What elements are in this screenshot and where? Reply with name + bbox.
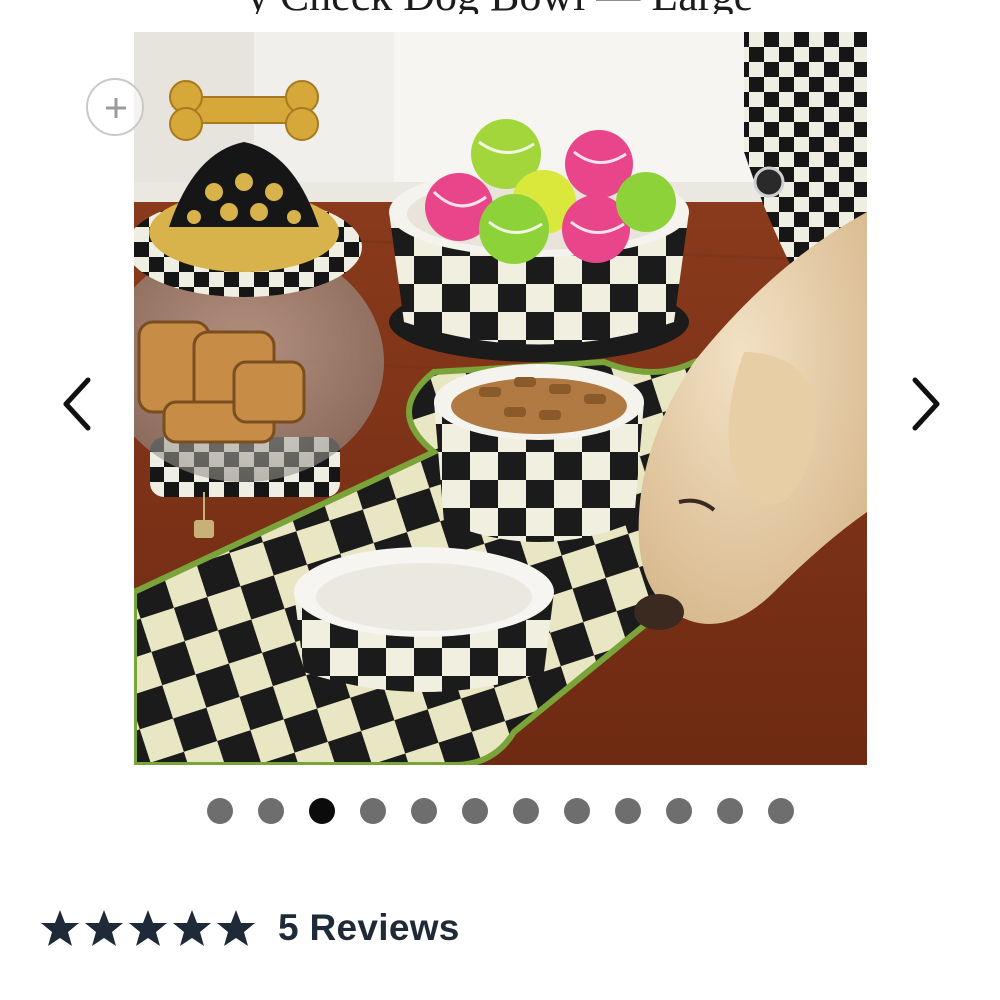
pagination-dot[interactable] bbox=[665, 798, 692, 824]
star-icon bbox=[85, 910, 123, 946]
reviews-link[interactable]: 5 Reviews bbox=[278, 907, 460, 949]
gallery-pagination bbox=[0, 798, 1000, 826]
pagination-dot[interactable] bbox=[359, 798, 386, 824]
pagination-dot[interactable] bbox=[257, 798, 284, 824]
zoom-button[interactable] bbox=[86, 78, 144, 136]
previous-image-button[interactable] bbox=[58, 372, 98, 436]
rating-summary: 5 Reviews bbox=[40, 905, 460, 951]
pagination-dot[interactable] bbox=[767, 798, 794, 824]
pagination-dot[interactable] bbox=[461, 798, 488, 824]
product-hero-image[interactable] bbox=[134, 32, 867, 765]
product-title: y Check Dog Bowl — Large bbox=[0, 0, 1000, 14]
pagination-dot[interactable] bbox=[563, 798, 590, 824]
star-icon bbox=[173, 910, 211, 946]
chevron-left-icon bbox=[63, 377, 91, 431]
star-icon bbox=[129, 910, 167, 946]
pagination-dot[interactable] bbox=[512, 798, 539, 824]
pagination-dot[interactable] bbox=[206, 798, 233, 824]
product-title-clipped: y Check Dog Bowl — Large bbox=[0, 0, 1000, 14]
pagination-dot[interactable] bbox=[410, 798, 437, 824]
next-image-button[interactable] bbox=[905, 372, 945, 436]
star-icon bbox=[217, 910, 255, 946]
pagination-dot[interactable] bbox=[614, 798, 641, 824]
star-rating bbox=[40, 908, 256, 948]
plus-circle-icon bbox=[106, 98, 126, 118]
chevron-right-icon bbox=[912, 377, 940, 431]
star-icon bbox=[41, 910, 79, 946]
pagination-dot[interactable] bbox=[716, 798, 743, 824]
product-photo bbox=[134, 32, 867, 765]
pagination-dot[interactable] bbox=[308, 798, 335, 824]
